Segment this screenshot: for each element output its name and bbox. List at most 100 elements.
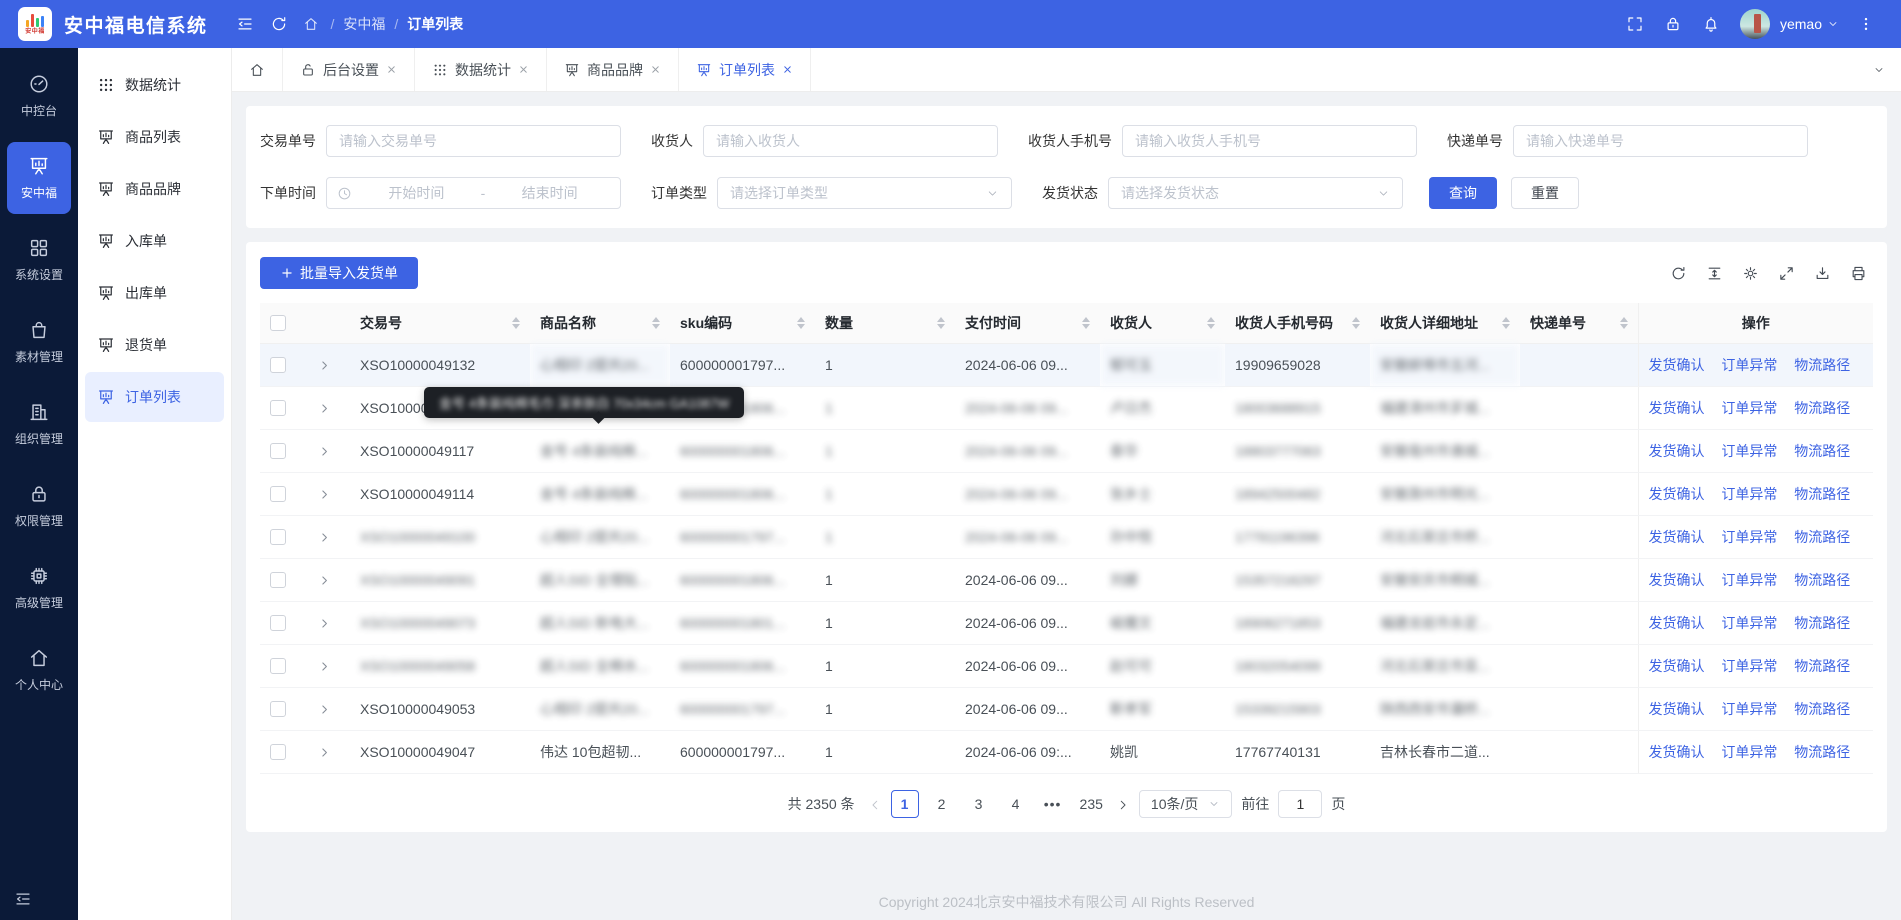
avatar[interactable] — [1740, 9, 1770, 39]
expand-row-icon[interactable] — [318, 574, 331, 587]
start-time-placeholder[interactable]: 开始时间 — [356, 183, 477, 203]
sidebar-item-anzhongfu[interactable]: 安中福 — [7, 142, 71, 214]
logistics-route-link[interactable]: 物流路径 — [1794, 400, 1850, 416]
expand-row-icon[interactable] — [318, 617, 331, 630]
menu-item-data-stats[interactable]: 数据统计 — [85, 60, 224, 110]
order-abnormal-link[interactable]: 订单异常 — [1721, 744, 1777, 760]
page-button-4[interactable]: 4 — [1002, 790, 1030, 818]
tab-order-list[interactable]: 订单列表 — [679, 48, 811, 91]
table-row[interactable]: XSO10000049047 伟达 10包超韧... 600000001797.… — [260, 730, 1873, 773]
row-checkbox[interactable] — [270, 572, 286, 588]
table-row[interactable]: XSO10000049073 超人SID 新电大... 600000001801… — [260, 601, 1873, 644]
logistics-route-link[interactable]: 物流路径 — [1794, 744, 1850, 760]
sort-icon[interactable] — [937, 317, 945, 329]
row-checkbox[interactable] — [270, 486, 286, 502]
order-abnormal-link[interactable]: 订单异常 — [1721, 400, 1777, 416]
sort-icon[interactable] — [1620, 317, 1628, 329]
menu-item-returns[interactable]: 退货单 — [85, 320, 224, 370]
sidebar-item-system-settings[interactable]: 系统设置 — [7, 224, 71, 296]
expand-row-icon[interactable] — [318, 746, 331, 759]
sort-icon[interactable] — [1502, 317, 1510, 329]
order-abnormal-link[interactable]: 订单异常 — [1721, 572, 1777, 588]
expand-row-icon[interactable] — [318, 402, 331, 415]
order-abnormal-link[interactable]: 订单异常 — [1721, 486, 1777, 502]
menu-item-product-brand[interactable]: 商品品牌 — [85, 164, 224, 214]
sort-icon[interactable] — [797, 317, 805, 329]
page-button-2[interactable]: 2 — [928, 790, 956, 818]
ship-confirm-link[interactable]: 发货确认 — [1649, 701, 1705, 717]
logistics-route-link[interactable]: 物流路径 — [1794, 357, 1850, 373]
receiver-phone-input[interactable] — [1122, 125, 1417, 157]
sidebar-item-material[interactable]: 素材管理 — [7, 306, 71, 378]
menu-item-order-list[interactable]: 订单列表 — [85, 372, 224, 422]
order-abnormal-link[interactable]: 订单异常 — [1721, 701, 1777, 717]
row-checkbox[interactable] — [270, 357, 286, 373]
expand-row-icon[interactable] — [318, 359, 331, 372]
more-actions-button[interactable] — [1849, 7, 1883, 41]
close-icon[interactable] — [782, 64, 793, 75]
table-row[interactable]: XSO10000049132 心相印 2提共20... 600000001797… — [260, 343, 1873, 386]
page-button-3[interactable]: 3 — [965, 790, 993, 818]
sidebar-item-permissions[interactable]: 权限管理 — [7, 470, 71, 542]
expand-row-icon[interactable] — [318, 660, 331, 673]
row-height-icon[interactable] — [1706, 265, 1723, 282]
goto-page-input[interactable] — [1278, 790, 1322, 818]
user-menu[interactable]: yemao — [1780, 16, 1839, 32]
refresh-table-icon[interactable] — [1670, 265, 1687, 282]
row-checkbox[interactable] — [270, 615, 286, 631]
table-row[interactable]: XSO10000049100 心相印 2提共20... 600000001797… — [260, 515, 1873, 558]
express-no-input[interactable] — [1513, 125, 1808, 157]
sidebar-item-personal[interactable]: 个人中心 — [7, 634, 71, 706]
date-range-picker[interactable]: 开始时间 - 结束时间 — [326, 177, 621, 209]
ship-confirm-link[interactable]: 发货确认 — [1649, 486, 1705, 502]
order-abnormal-link[interactable]: 订单异常 — [1721, 615, 1777, 631]
sort-icon[interactable] — [1082, 317, 1090, 329]
notifications-button[interactable] — [1694, 7, 1728, 41]
tab-home[interactable] — [232, 48, 283, 91]
expand-row-icon[interactable] — [318, 703, 331, 716]
sidebar-item-advanced[interactable]: 高级管理 — [7, 552, 71, 624]
logistics-route-link[interactable]: 物流路径 — [1794, 572, 1850, 588]
table-row[interactable]: XSO10000049117 金号 4条装纯棉... 600000001806.… — [260, 429, 1873, 472]
batch-import-button[interactable]: 批量导入发货单 — [260, 257, 418, 289]
fullscreen-button[interactable] — [1618, 7, 1652, 41]
ship-confirm-link[interactable]: 发货确认 — [1649, 572, 1705, 588]
table-row[interactable]: XSO10000049091 超人SID 全理贴... 600000001806… — [260, 558, 1873, 601]
menu-item-product-list[interactable]: 商品列表 — [85, 112, 224, 162]
logistics-route-link[interactable]: 物流路径 — [1794, 615, 1850, 631]
menu-fold-button[interactable] — [228, 7, 262, 41]
expand-row-icon[interactable] — [318, 488, 331, 501]
breadcrumb-home[interactable] — [300, 13, 322, 35]
logistics-route-link[interactable]: 物流路径 — [1794, 486, 1850, 502]
reset-button[interactable]: 重置 — [1511, 177, 1579, 209]
table-row[interactable]: XSO10000049053 心相印 2提共20... 600000001797… — [260, 687, 1873, 730]
order-abnormal-link[interactable]: 订单异常 — [1721, 443, 1777, 459]
page-size-select[interactable]: 10条/页 — [1139, 790, 1232, 818]
sidebar-item-organization[interactable]: 组织管理 — [7, 388, 71, 460]
ship-confirm-link[interactable]: 发货确认 — [1649, 615, 1705, 631]
sort-icon[interactable] — [1352, 317, 1360, 329]
logistics-route-link[interactable]: 物流路径 — [1794, 529, 1850, 545]
close-icon[interactable] — [650, 64, 661, 75]
end-time-placeholder[interactable]: 结束时间 — [489, 183, 610, 203]
menu-item-inbound[interactable]: 入库单 — [85, 216, 224, 266]
page-button-1[interactable]: 1 — [891, 790, 919, 818]
row-checkbox[interactable] — [270, 443, 286, 459]
ship-status-select[interactable]: 请选择发货状态 — [1108, 177, 1403, 209]
next-page-button[interactable] — [1116, 795, 1130, 811]
order-abnormal-link[interactable]: 订单异常 — [1721, 529, 1777, 545]
logistics-route-link[interactable]: 物流路径 — [1794, 443, 1850, 459]
order-type-select[interactable]: 请选择订单类型 — [717, 177, 1012, 209]
close-icon[interactable] — [518, 64, 529, 75]
page-button-last[interactable]: 235 — [1076, 790, 1107, 818]
select-all-checkbox[interactable] — [270, 315, 286, 331]
lock-screen-button[interactable] — [1656, 7, 1690, 41]
ship-confirm-link[interactable]: 发货确认 — [1649, 744, 1705, 760]
sort-icon[interactable] — [652, 317, 660, 329]
ship-confirm-link[interactable]: 发货确认 — [1649, 529, 1705, 545]
row-checkbox[interactable] — [270, 701, 286, 717]
tab-data-stats[interactable]: 数据统计 — [415, 48, 547, 91]
sort-icon[interactable] — [1207, 317, 1215, 329]
table-row[interactable]: XSO10000049058 超人SID 全棉水... 600000001806… — [260, 644, 1873, 687]
sidebar-collapse-button[interactable] — [14, 890, 32, 908]
